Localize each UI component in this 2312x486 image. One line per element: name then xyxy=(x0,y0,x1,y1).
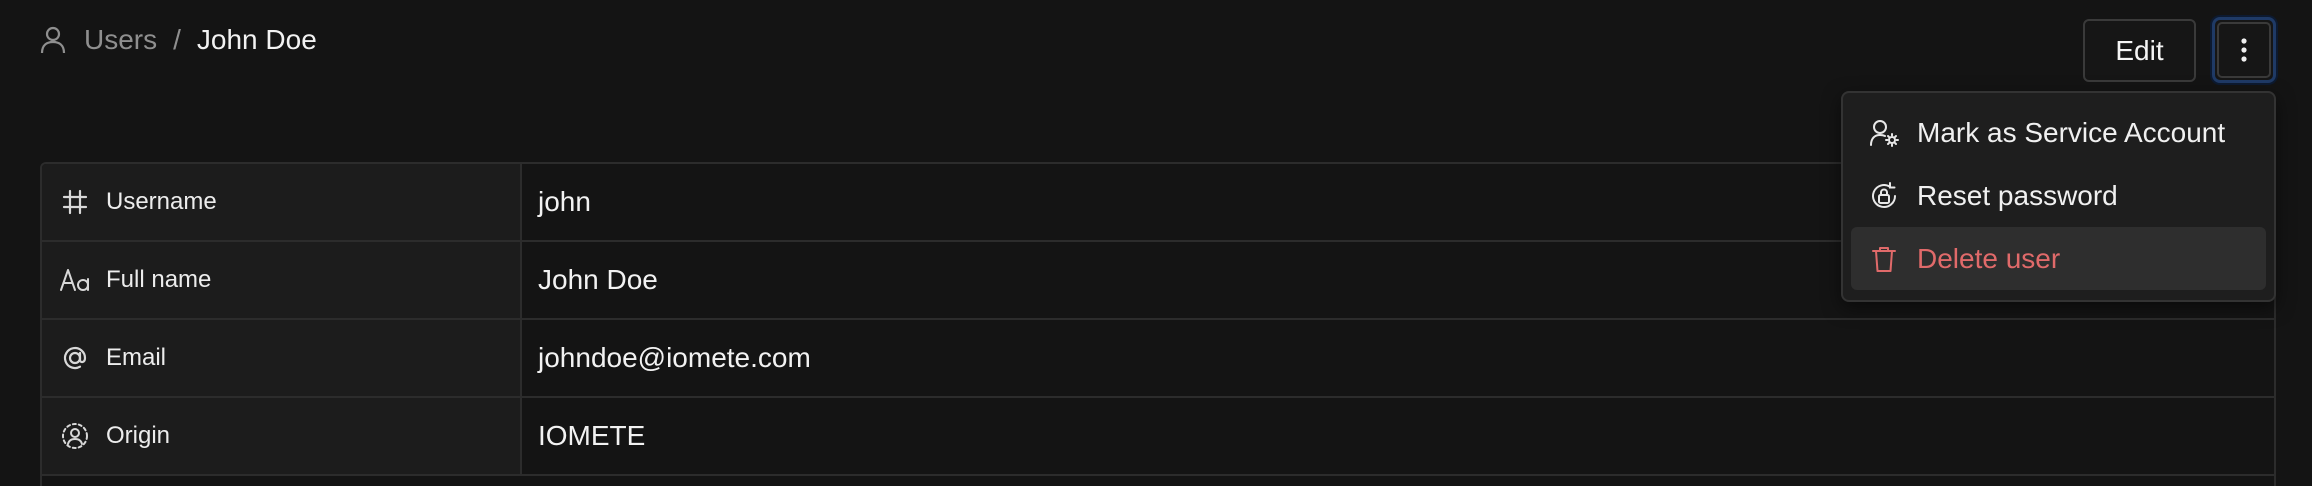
breadcrumb-separator: / xyxy=(173,24,181,55)
vertical-ellipsis-icon xyxy=(2240,37,2248,63)
menu-item-label: Mark as Service Account xyxy=(1917,116,2226,148)
breadcrumb-users-link[interactable]: Users xyxy=(84,24,157,56)
at-sign-icon xyxy=(58,341,92,375)
more-actions-menu: Mark as Service Account Reset password D… xyxy=(1841,91,2276,302)
user-cog-icon xyxy=(1869,118,1899,148)
email-value: johndoe@iomete.com xyxy=(522,320,2274,396)
label-cell: Email xyxy=(42,320,522,396)
menu-item-delete-user[interactable]: Delete user xyxy=(1851,227,2266,290)
user-detail-page: Users / John Doe Edit Username john Full… xyxy=(0,0,2312,486)
origin-label: Origin xyxy=(106,422,171,449)
breadcrumb: Users / John Doe xyxy=(40,22,317,58)
full-name-label: Full name xyxy=(106,266,212,293)
more-actions-button[interactable] xyxy=(2212,17,2276,83)
menu-item-reset-password[interactable]: Reset password xyxy=(1851,164,2266,227)
text-icon xyxy=(58,263,92,297)
label-cell: Username xyxy=(42,164,522,240)
user-circle-icon xyxy=(58,419,92,453)
email-label: Email xyxy=(106,344,167,371)
breadcrumb-current: John Doe xyxy=(196,24,317,55)
edit-button[interactable]: Edit xyxy=(2083,19,2196,82)
label-cell: Full name xyxy=(42,242,522,318)
label-cell: Origin xyxy=(42,398,522,474)
table-row: Email johndoe@iomete.com xyxy=(42,320,2274,398)
origin-value: IOMETE xyxy=(522,398,2274,474)
menu-item-mark-service-account[interactable]: Mark as Service Account xyxy=(1851,101,2266,164)
hash-icon xyxy=(58,185,92,219)
user-icon xyxy=(40,25,70,55)
table-row: Origin IOMETE xyxy=(42,398,2274,476)
menu-item-label: Reset password xyxy=(1917,179,2118,211)
username-label: Username xyxy=(106,188,217,215)
trash-icon xyxy=(1869,244,1899,274)
menu-item-label: Delete user xyxy=(1917,242,2061,274)
lock-reset-icon xyxy=(1869,181,1899,211)
